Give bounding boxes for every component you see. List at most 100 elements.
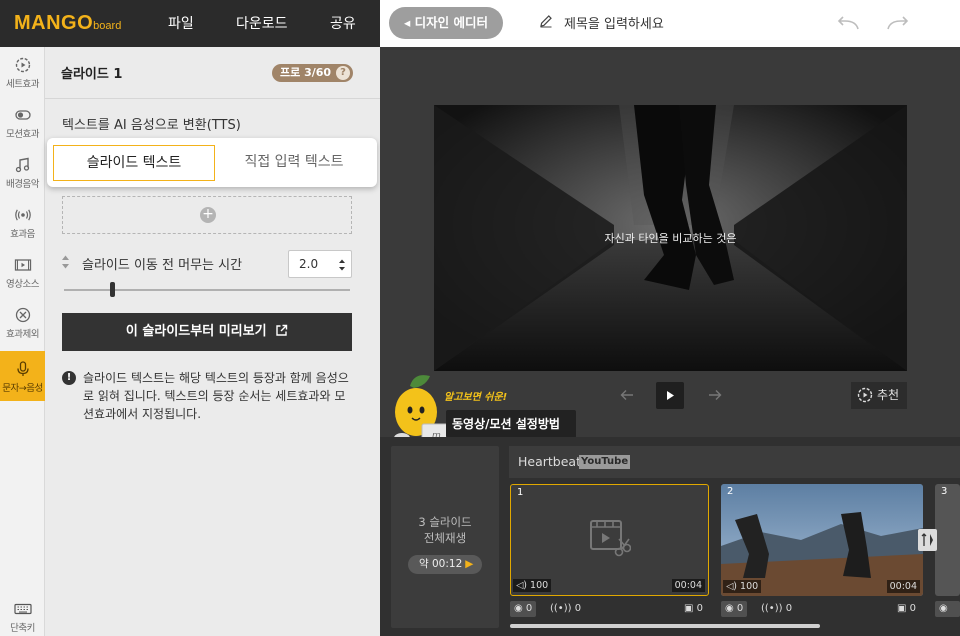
undo-icon[interactable] [836, 16, 860, 32]
sound-effect-chip[interactable]: ((•)) 0 [550, 601, 581, 617]
pro-usage-label: 프로 3/60 [280, 66, 332, 79]
slide-thumbnail-1[interactable]: 1 ◁) 100 00:04 [510, 484, 709, 596]
exclude-circle-icon [15, 307, 30, 323]
bgm-track-title: Heartbeat [518, 454, 581, 469]
sound-wave-icon: ((•)) [550, 603, 572, 614]
stay-time-slider-thumb[interactable] [110, 282, 116, 297]
sidebar-item-shortcut[interactable]: 단축키 [0, 590, 45, 636]
stepper-arrows-icon[interactable] [338, 258, 346, 272]
play-all-label: 전체재생 [423, 531, 467, 545]
bgm-track[interactable]: Heartbeat YouTube [509, 446, 960, 478]
video-frame-icon [14, 259, 31, 271]
video-count: 0 [909, 603, 917, 614]
sound-wave-icon [14, 209, 31, 221]
play-icon [667, 391, 674, 400]
preview-from-slide-button[interactable]: 이 슬라이드부터 미리보기 [62, 313, 352, 351]
sound-effect-chip[interactable]: ((•)) 0 [761, 601, 792, 617]
keyboard-icon [13, 603, 32, 615]
tts-source-tabs: 슬라이드 텍스트 직접 입력 텍스트 [47, 138, 377, 187]
motion-guide-button[interactable]: 동영상/모션 설정방법 [446, 410, 576, 438]
recommend-button[interactable]: 추천 [851, 382, 907, 409]
add-text-box[interactable]: + [62, 196, 352, 234]
slide-thumbnail-2[interactable]: 2 ◁) 100 00:04 [721, 484, 923, 596]
play-all-duration-button[interactable]: 약 00:12 ▶ [408, 555, 482, 574]
speaker-icon: ◁) [726, 581, 738, 592]
sound-count: 0 [785, 603, 793, 614]
slide-volume-value: 100 [530, 580, 549, 591]
project-title-input[interactable]: 제목을 입력하세요 [564, 13, 664, 32]
toggle-icon: ◉ [939, 603, 948, 614]
sort-arrows-icon [62, 255, 69, 269]
tab-direct-input-text[interactable]: 직접 입력 텍스트 [219, 145, 369, 181]
slide-title: 슬라이드 1 [61, 67, 123, 82]
sidebar-item-video-source[interactable]: 영상소스 [0, 247, 45, 297]
sidebar-item-sound-effect[interactable]: 효과음 [0, 197, 45, 247]
slide-timeline: 3 슬라이드 전체재생 약 00:12 ▶ Heartbeat YouTube 1… [380, 437, 960, 636]
preview-button-label: 이 슬라이드부터 미리보기 [125, 324, 267, 339]
speaker-icon: ◁) [516, 580, 528, 591]
video-count: 0 [696, 603, 704, 614]
swap-slides-handle[interactable] [918, 529, 937, 551]
video-frame-icon: ▣ [897, 603, 907, 614]
menu-download[interactable]: 다운로드 [236, 13, 288, 33]
play-all-panel[interactable]: 3 슬라이드 전체재생 약 00:12 ▶ [391, 446, 499, 628]
play-button[interactable] [656, 382, 684, 409]
sidebar-item-motion-effect[interactable]: 모션효과 [0, 97, 45, 147]
microphone-icon [16, 361, 29, 376]
sidebar-item-exclude-effect[interactable]: 효과제외 [0, 297, 45, 347]
motion-toggle[interactable]: ◉ 0 [721, 601, 748, 617]
slide-volume-value: 100 [740, 581, 759, 592]
external-link-icon [276, 324, 288, 336]
stay-time-stepper[interactable]: 2.0 [288, 250, 352, 278]
menu-file[interactable]: 파일 [168, 13, 194, 33]
tab-slide-text[interactable]: 슬라이드 텍스트 [53, 145, 215, 181]
recommend-label: 추천 [877, 388, 900, 402]
toggle-icon: ◉ [725, 603, 734, 614]
slide-canvas[interactable]: 자신과 타인을 비교하는 것은 [434, 105, 907, 371]
slide-thumbnail-3[interactable]: 3 [935, 484, 960, 596]
slide-volume[interactable]: ◁) 100 [723, 580, 762, 593]
video-source-chip[interactable]: ▣ 0 [684, 601, 703, 617]
sidebar-item-bgm[interactable]: 배경음악 [0, 147, 45, 197]
sidebar: 세트효과 모션효과 배경음악 효과음 영상소스 효과제외 문자→음성 단축키 [0, 47, 45, 636]
slide-duration[interactable]: 00:04 [886, 580, 920, 593]
top-menu-bar: MANGOboard 파일 다운로드 공유 [0, 0, 380, 47]
sound-count: 0 [574, 603, 582, 614]
motion-count: 0 [736, 603, 744, 614]
tts-notice-text: 슬라이드 텍스트는 해당 텍스트의 등장과 함께 음성으로 읽혀 집니다. 텍스… [83, 371, 349, 421]
design-editor-button[interactable]: ◂ 디자인 에디터 [389, 7, 503, 39]
prev-slide-icon[interactable] [620, 389, 634, 401]
recommend-gear-icon [857, 387, 873, 403]
help-icon[interactable]: ? [336, 66, 351, 80]
sidebar-item-label: 배경음악 [6, 179, 39, 190]
editor-header: ◂ 디자인 에디터 제목을 입력하세요 [380, 0, 960, 47]
slide-2-tools: ◉ 0 ((•)) 0 ▣ 0 [721, 601, 923, 618]
pro-usage-badge[interactable]: 프로 3/60 ? [272, 64, 354, 82]
sidebar-item-set-effect[interactable]: 세트효과 [0, 47, 45, 97]
motion-toggle[interactable]: ◉ 0 [510, 601, 537, 617]
stay-time-slider-track[interactable] [64, 289, 350, 291]
stay-time-value: 2.0 [299, 257, 319, 271]
sidebar-item-label: 영상소스 [6, 279, 39, 290]
play-triangle-icon: ▶ [465, 558, 474, 570]
next-slide-icon[interactable] [708, 389, 722, 401]
video-source-chip[interactable]: ▣ 0 [897, 601, 916, 617]
motion-toggle[interactable]: ◉ 0 [935, 601, 960, 617]
swap-icon [921, 533, 933, 546]
slide-volume[interactable]: ◁) 100 [513, 579, 552, 592]
music-note-icon [15, 157, 29, 173]
info-icon: ! [62, 371, 76, 385]
slide-caption[interactable]: 자신과 타인을 비교하는 것은 [434, 230, 907, 246]
redo-icon[interactable] [886, 16, 910, 32]
mango-mascot-icon[interactable]: m [392, 372, 454, 446]
mangoboard-logo[interactable]: MANGOboard [14, 12, 121, 35]
menu-share[interactable]: 공유 [330, 13, 356, 33]
slide-count-label: 3 슬라이드 [418, 515, 472, 529]
slide-stage: 자신과 타인을 비교하는 것은 추천 [380, 47, 960, 437]
sidebar-item-text-to-speech[interactable]: 문자→음성 [0, 351, 45, 401]
play-all-text: 3 슬라이드 전체재생 [391, 514, 499, 546]
timeline-scrollbar[interactable] [510, 624, 820, 628]
sound-wave-icon: ((•)) [761, 603, 783, 614]
video-frame-icon: ▣ [684, 603, 694, 614]
slide-duration[interactable]: 00:04 [671, 579, 705, 592]
